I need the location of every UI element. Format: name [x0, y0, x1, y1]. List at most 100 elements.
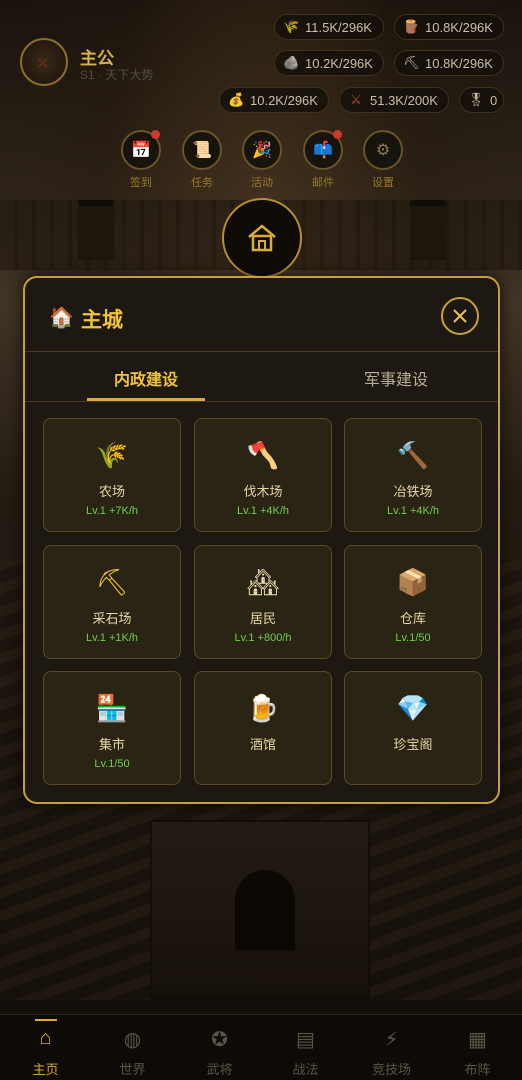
shop-icon: 🏪 [95, 692, 129, 723]
pickaxe-icon: ⛏ [95, 566, 129, 597]
building-name: 冶铁场 [393, 484, 433, 499]
nav-label: 战法 [292, 1062, 319, 1077]
resource-stone[interactable]: 🪨 10.2K/296K [274, 50, 384, 76]
building-name: 仓库 [399, 611, 426, 626]
resource-token[interactable]: 🎖 0 [459, 87, 504, 113]
wheat-icon: 🌾 [95, 439, 129, 470]
city-home-button[interactable] [222, 198, 302, 278]
building-name: 集市 [98, 737, 125, 752]
box-icon: 📦 [396, 566, 430, 597]
tab-military[interactable]: 军事建设 [306, 366, 486, 390]
building-name: 农场 [98, 484, 125, 499]
building-level: Lv.1 +4K/h [236, 505, 290, 517]
party-icon: 🎉 [252, 142, 272, 159]
building-level: Lv.1 +4K/h [386, 505, 440, 517]
avatar[interactable]: ✕ [20, 38, 68, 86]
iron-icon: ⛏ [403, 55, 420, 70]
calendar-icon: 📅 [131, 142, 151, 159]
building-card-warehouse[interactable]: 📦 仓库 Lv.1/50 [344, 545, 482, 659]
scroll-icon: 📜 [192, 142, 212, 159]
building-level: Lv.1/50 [395, 632, 431, 644]
modal-header: 🏠 主城 [25, 278, 498, 352]
resource-value: 10.2K/296K [305, 55, 373, 71]
player-subtitle: S1 · 天下大势 [80, 68, 154, 82]
building-card-residence[interactable]: 🏘 居民 Lv.1 +800/h [194, 545, 332, 659]
gem-icon: 💎 [396, 692, 430, 723]
houses-icon: 🏘 [246, 566, 280, 597]
building-card-treasury[interactable]: 💎 珍宝阁 [344, 671, 482, 785]
mailbox-icon: 📫 [313, 142, 333, 159]
resource-value: 10.2K/296K [250, 92, 318, 108]
notification-badge [333, 130, 342, 139]
nav-generals[interactable]: ✪ 武将 [176, 1015, 263, 1080]
resource-value: 0 [490, 92, 498, 108]
home-icon: ⌂ [39, 1027, 52, 1049]
close-icon [453, 309, 467, 323]
building-card-market[interactable]: 🏪 集市 Lv.1/50 [43, 671, 181, 785]
menu-calendar-button[interactable]: 📅 [121, 130, 161, 170]
nav-tactics[interactable]: ▤ 战法 [262, 1015, 349, 1080]
building-level: Lv.1/50 [94, 758, 130, 770]
beer-icon: 🍺 [246, 692, 280, 723]
house-icon: 🏠 [49, 307, 74, 329]
formation-icon: ▦ [468, 1029, 487, 1051]
notification-badge [151, 130, 160, 139]
close-button[interactable] [441, 297, 479, 335]
axe-icon: 🪓 [246, 439, 280, 470]
building-name: 居民 [249, 611, 276, 626]
nav-world[interactable]: ◍ 世界 [89, 1015, 176, 1080]
wood-icon: 🪵 [403, 19, 420, 34]
building-name: 伐木场 [243, 484, 283, 499]
menu-party-button[interactable]: 🎉 [242, 130, 282, 170]
active-tab-indicator [87, 398, 205, 401]
globe-icon: ◍ [123, 1029, 142, 1051]
main-city-modal: 🏠 主城 内政建设 军事建设 🌾 农场 Lv.1 +7K/h 🪓 伐木场 Lv.… [23, 276, 500, 804]
resource-wood[interactable]: 🪵 10.8K/296K [394, 14, 504, 40]
nav-home[interactable]: ⌂ 主页 [2, 1015, 89, 1080]
building-level: Lv.1 +7K/h [85, 505, 139, 517]
gold-icon: 💰 [228, 92, 245, 107]
building-name: 采石场 [92, 611, 132, 626]
modal-title: 主城 [81, 309, 123, 332]
building-card-smelter[interactable]: 🔨 冶铁场 Lv.1 +4K/h [344, 418, 482, 532]
nav-label: 世界 [119, 1062, 146, 1077]
menu-label: 签到 [130, 177, 152, 189]
menu-settings-button[interactable]: ⚙ [363, 130, 403, 170]
arena-icon: ⚡ [384, 1029, 399, 1051]
menu-scroll-button[interactable]: 📜 [182, 130, 222, 170]
nav-formation[interactable]: ▦ 布阵 [434, 1015, 521, 1080]
nav-label: 武将 [206, 1062, 233, 1077]
resource-grain[interactable]: 🌾 11.5K/296K [274, 14, 384, 40]
menu-label: 活动 [251, 177, 273, 189]
resource-value: 11.5K/296K [305, 19, 372, 35]
nav-label: 竞技场 [371, 1062, 411, 1077]
building-card-tavern[interactable]: 🍺 酒馆 [194, 671, 332, 785]
nav-arena[interactable]: ⚡ 竞技场 [348, 1015, 435, 1080]
resource-gold[interactable]: 💰 10.2K/296K [219, 87, 329, 113]
hammer-icon: 🔨 [396, 439, 430, 470]
resource-troops[interactable]: ⚔ 51.3K/200K [339, 87, 449, 113]
troops-icon: ⚔ [350, 92, 362, 107]
menu-label: 邮件 [312, 177, 334, 189]
menu-mailbox-button[interactable]: 📫 [303, 130, 343, 170]
building-level: Lv.1 +800/h [234, 632, 292, 644]
building-tabs: 内政建设 军事建设 [25, 352, 498, 402]
active-indicator [35, 1019, 57, 1021]
tab-civil[interactable]: 内政建设 [56, 366, 236, 390]
resource-value: 51.3K/200K [370, 92, 438, 108]
general-icon: ✪ [211, 1029, 228, 1051]
nav-label: 主页 [32, 1062, 59, 1077]
nav-label: 布阵 [464, 1062, 491, 1077]
tactics-icon: ▤ [296, 1029, 315, 1051]
building-card-farm[interactable]: 🌾 农场 Lv.1 +7K/h [43, 418, 181, 532]
building-name: 酒馆 [249, 737, 276, 752]
building-card-lumber[interactable]: 🪓 伐木场 Lv.1 +4K/h [194, 418, 332, 532]
home-icon [248, 224, 276, 252]
building-card-quarry[interactable]: ⛏ 采石场 Lv.1 +1K/h [43, 545, 181, 659]
bottom-nav: ⌂ 主页 ◍ 世界 ✪ 武将 ▤ 战法 ⚡ 竞技场 ▦ 布阵 [0, 1014, 522, 1080]
settings-icon: ⚙ [375, 142, 391, 159]
resource-value: 10.8K/296K [425, 19, 493, 35]
resource-iron[interactable]: ⛏ 10.8K/296K [394, 50, 504, 76]
menu-label: 设置 [372, 177, 394, 189]
grain-icon: 🌾 [283, 19, 300, 34]
